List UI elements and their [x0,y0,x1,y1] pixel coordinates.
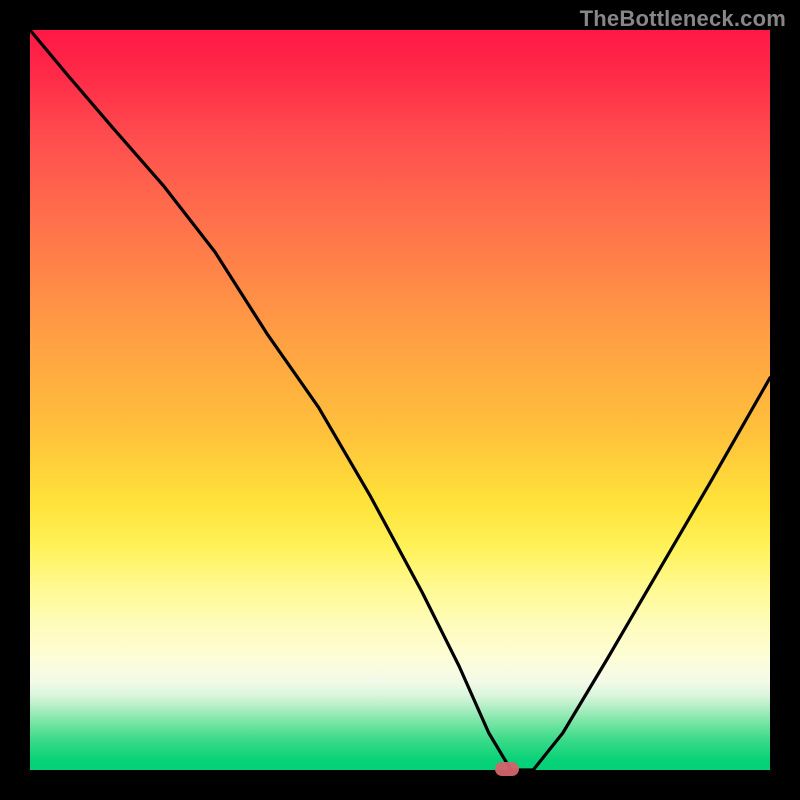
plot-area [30,30,770,770]
watermark-text: TheBottleneck.com [580,6,786,32]
chart-container: TheBottleneck.com [0,0,800,800]
optimal-point-marker [495,762,519,776]
bottleneck-curve [30,30,770,770]
